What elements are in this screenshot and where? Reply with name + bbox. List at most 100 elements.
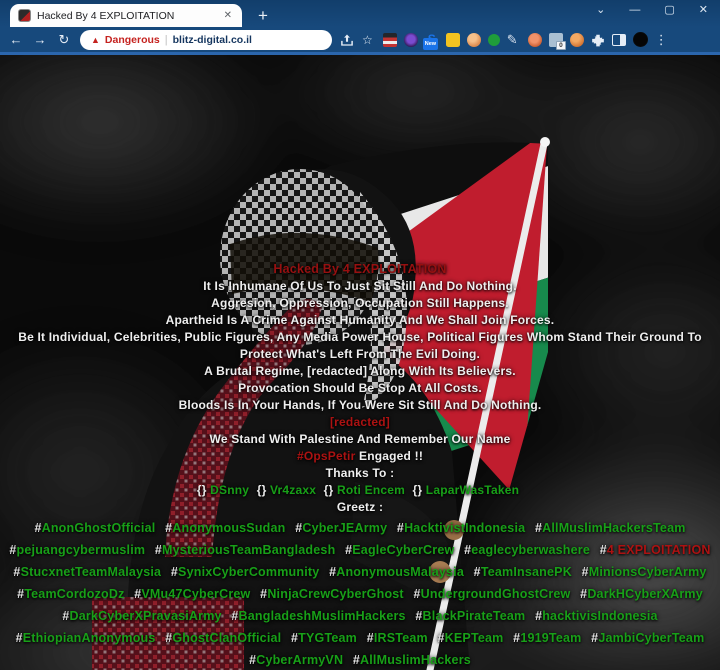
page-top-strip: [0, 52, 720, 55]
orange-circle-extension-icon[interactable]: [528, 33, 542, 47]
pencil-extension-icon[interactable]: ✎: [507, 33, 521, 47]
greetz-tag: #NinjaCrewCyberGhost: [260, 587, 404, 601]
extensions-row: SNew ✎ 0 ⋮: [383, 32, 668, 48]
url-separator: |: [165, 34, 168, 46]
manifesto-line: It Is Inhumane Of Us To Just Sit Still A…: [0, 278, 720, 295]
manifesto: It Is Inhumane Of Us To Just Sit Still A…: [0, 278, 720, 448]
greetz-tag: #BlackPirateTeam: [415, 609, 525, 623]
greetz-tag: #JambiCyberTeam: [591, 631, 704, 645]
thanks-name: Roti Encem: [337, 483, 405, 497]
defacement-text: Hacked By 4 EXPLOITATION It Is Inhumane …: [0, 260, 720, 670]
window-controls: ⌄ — ▢ ✕: [596, 3, 708, 16]
greetz-tag: #CyberArmyVN: [249, 653, 343, 667]
zero-badge: 0: [556, 41, 566, 50]
new-badge: New: [423, 38, 438, 50]
window-chevron-icon[interactable]: ⌄: [596, 3, 605, 16]
greetz-heading: Greetz :: [0, 499, 720, 516]
greetz-tag: #1919Team: [513, 631, 581, 645]
back-icon[interactable]: ←: [8, 33, 24, 46]
manifesto-line: A Brutal Regime, [redacted] Along With I…: [0, 363, 720, 380]
greetz-tag: #MysteriousTeamBangladesh: [155, 543, 336, 557]
s-new-extension-icon[interactable]: SNew: [425, 33, 439, 47]
greetz-tag: #hacktivisIndonesia: [535, 609, 658, 623]
url-text[interactable]: blitz-digital.co.il: [173, 34, 252, 46]
op-rest: Engaged !!: [359, 449, 423, 463]
browser-menu-icon[interactable]: ⋮: [655, 32, 668, 48]
greetz-tag: #TYGTeam: [291, 631, 357, 645]
greetz-tag: #EthiopianAnonymous: [16, 631, 156, 645]
flag-extension-icon[interactable]: [383, 33, 397, 47]
greetz-tag: #AllMuslimHackersTeam: [535, 521, 686, 535]
greetz-tag: #GhostClanOfficial: [165, 631, 281, 645]
defacement-heading: Hacked By 4 EXPLOITATION: [0, 260, 720, 278]
greetz-tag: #DarkHCyberXArmy: [580, 587, 703, 601]
browser-tab[interactable]: Hacked By 4 EXPLOITATION ✕: [10, 4, 242, 27]
greetz-tag: #eaglecyberwashere: [464, 543, 590, 557]
tab-title: Hacked By 4 EXPLOITATION: [37, 10, 216, 22]
greetz-tag: #UndergroundGhostCrew: [413, 587, 570, 601]
window-maximize-icon[interactable]: ▢: [664, 3, 674, 16]
greetz-tag: #KEPTeam: [438, 631, 504, 645]
green-dot-extension-icon[interactable]: [488, 34, 500, 46]
thanks-separator: {}: [197, 483, 210, 497]
orange-face-extension-icon[interactable]: [467, 33, 481, 47]
greetz-tag: #TeamCordozoDz: [17, 587, 124, 601]
reload-icon[interactable]: ↻: [56, 33, 72, 46]
thanks-names: {} DSnny {} Vr4zaxx {} Roti Encem {} Lap…: [0, 482, 720, 499]
greetz-tag: #AnonymousMalaysia: [329, 565, 464, 579]
greetz-tags: #AnonGhostOfficial #AnonymousSudan #Cybe…: [6, 517, 714, 670]
greetz-tag: #SynixCyberCommunity: [171, 565, 320, 579]
thanks-heading: Thanks To :: [0, 465, 720, 482]
tab-close-icon[interactable]: ✕: [222, 8, 234, 23]
greetz-tag: #IRSTeam: [367, 631, 428, 645]
greetz-tag: #AnonGhostOfficial: [34, 521, 155, 535]
greetz-tag: #AllMuslimHackers: [353, 653, 471, 667]
manifesto-line: Bloods Is In Your Hands, If You Were Sit…: [0, 397, 720, 414]
page-content: Hacked By 4 EXPLOITATION It Is Inhumane …: [0, 52, 720, 670]
manifesto-line: Apartheid Is A Crime Against Humanity An…: [0, 312, 720, 329]
dangerous-warning-icon[interactable]: ▲: [91, 35, 100, 45]
manifesto-line: Provocation Should Be Stop At All Costs.: [0, 380, 720, 397]
greetz-tag: #4 EXPLOITATION: [600, 543, 711, 557]
yellow-note-extension-icon[interactable]: [446, 33, 460, 47]
greetz-tag: #VMu47CyberCrew: [134, 587, 250, 601]
bookmark-star-icon[interactable]: ☆: [362, 33, 373, 47]
thanks-separator: {}: [324, 483, 337, 497]
greetz-tag: #AnonymousSudan: [165, 521, 285, 535]
greetz-tag: #EagleCyberCrew: [345, 543, 454, 557]
window-minimize-icon[interactable]: —: [629, 4, 640, 16]
greetz-tag: #CyberJEArmy: [295, 521, 387, 535]
thanks-separator: {}: [413, 483, 426, 497]
counter-extension-icon[interactable]: 0: [549, 33, 563, 47]
thanks-name: Vr4zaxx: [270, 483, 316, 497]
browser-toolbar: ← → ↻ ▲ Dangerous | blitz-digital.co.il …: [0, 27, 720, 52]
site-favicon-icon: [18, 9, 31, 22]
browser-window: Hacked By 4 EXPLOITATION ✕ + ⌄ — ▢ ✕ ← →…: [0, 0, 720, 670]
purple-ring-extension-icon[interactable]: [404, 33, 418, 47]
thanks-name: DSnny: [210, 483, 249, 497]
thanks-name: LaparWasTaken: [426, 483, 519, 497]
op-line: #OpsPetir Engaged !!: [0, 448, 720, 465]
greetz-tag: #DarkCyberXPravasiArmy: [62, 609, 221, 623]
manifesto-line: Be It Individual, Celebrities, Public Fi…: [0, 329, 720, 363]
greetz-tag: #HacktivistIndonesia: [397, 521, 525, 535]
greetz-tag: #BangladeshMuslimHackers: [231, 609, 405, 623]
forward-icon[interactable]: →: [32, 33, 48, 46]
profile-avatar[interactable]: [633, 32, 648, 47]
greetz-tag: #StucxnetTeamMalaysia: [13, 565, 161, 579]
window-close-icon[interactable]: ✕: [699, 3, 708, 16]
dangerous-label[interactable]: Dangerous: [105, 34, 160, 46]
greetz-tag: #MinionsCyberArmy: [582, 565, 707, 579]
share-icon[interactable]: [340, 33, 354, 47]
manifesto-line: We Stand With Palestine And Remember Our…: [0, 431, 720, 448]
manifesto-line: Aggresion, Oppression, Occupation Still …: [0, 295, 720, 312]
manifesto-line: [redacted]: [0, 414, 720, 431]
orange-sphere-extension-icon[interactable]: [570, 33, 584, 47]
extensions-puzzle-icon[interactable]: [591, 33, 605, 47]
op-hashtag: #OpsPetir: [297, 449, 356, 463]
thanks-separator: {}: [257, 483, 270, 497]
tab-strip: Hacked By 4 EXPLOITATION ✕ + ⌄ — ▢ ✕: [0, 0, 720, 27]
side-panel-icon[interactable]: [612, 34, 626, 46]
address-bar[interactable]: ▲ Dangerous | blitz-digital.co.il: [80, 30, 332, 50]
new-tab-button[interactable]: +: [258, 7, 268, 24]
